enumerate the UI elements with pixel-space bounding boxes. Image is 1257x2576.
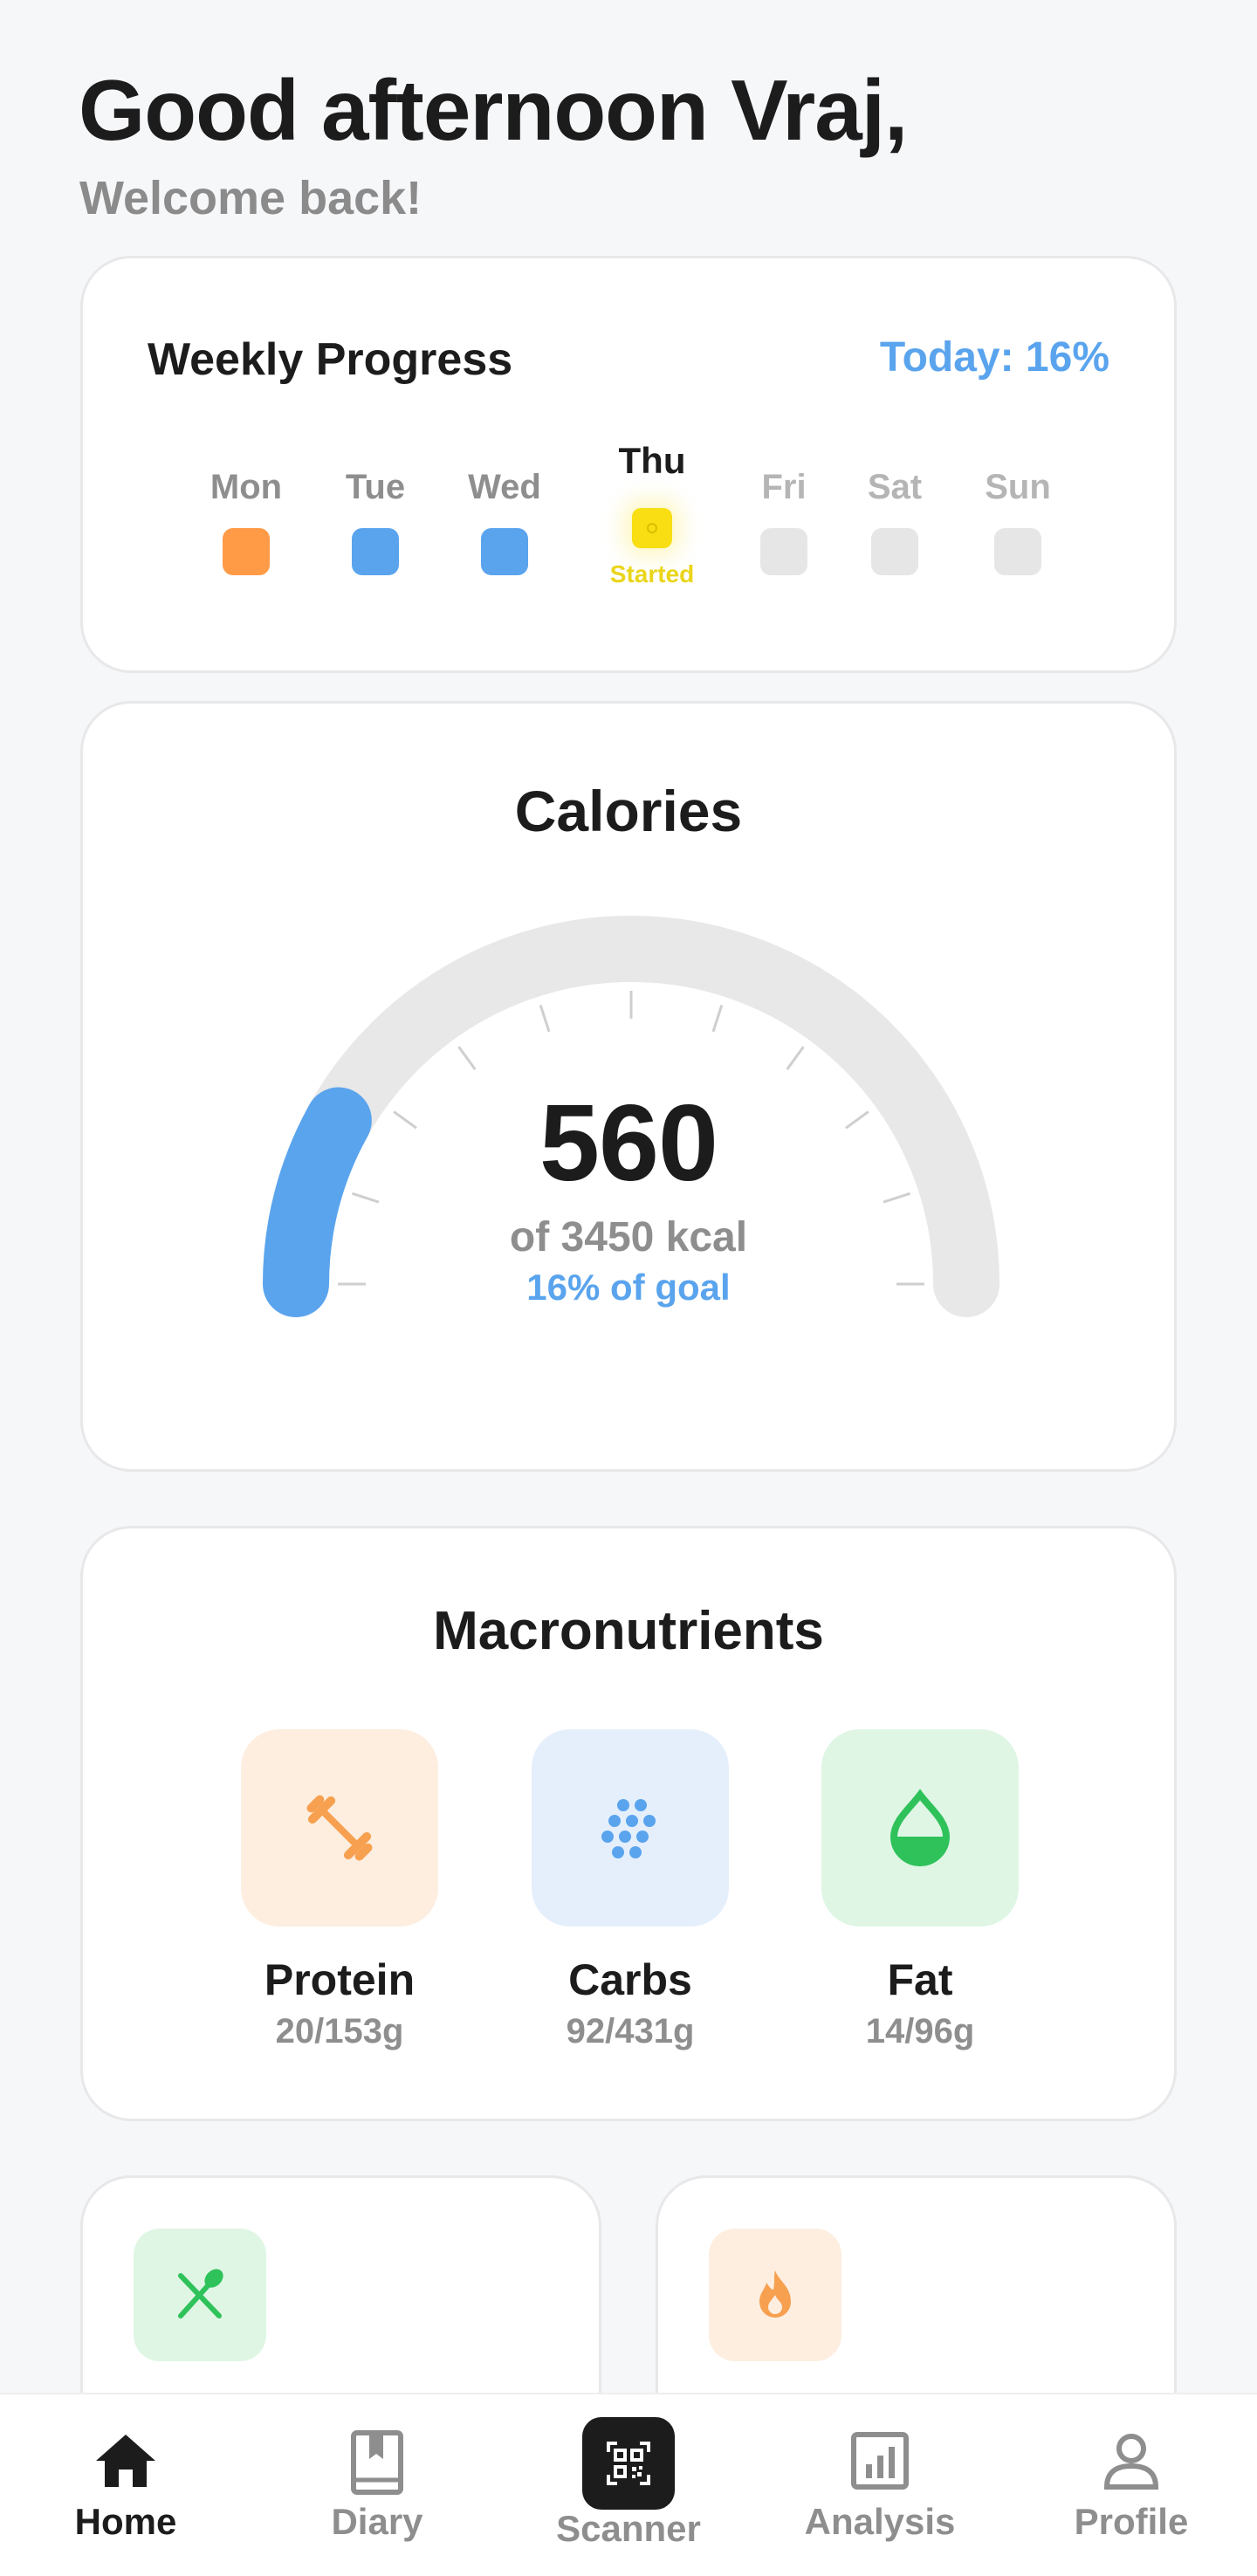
day-sun[interactable]: Sun xyxy=(952,468,1083,575)
gauge-tick xyxy=(711,1004,724,1033)
qr-scanner-icon xyxy=(607,2442,650,2485)
day-label: Mon xyxy=(210,468,283,506)
macronutrients-card[interactable]: Macronutrients Protein 20/153g Carbs 92/… xyxy=(80,1526,1177,2121)
weekly-progress-card[interactable]: Weekly Progress Today: 16% Mon Tue Wed T… xyxy=(80,256,1177,673)
macro-amount: 92/431g xyxy=(566,2012,695,2050)
scanner-button[interactable] xyxy=(582,2417,675,2510)
tab-label: Diary xyxy=(331,2501,423,2542)
day-sat[interactable]: Sat xyxy=(829,468,960,575)
droplet-icon xyxy=(890,1789,951,1866)
macro-fat[interactable]: Fat 14/96g xyxy=(807,1729,1034,2051)
fat-tile[interactable] xyxy=(821,1729,1019,1927)
day-status-box xyxy=(760,528,807,575)
day-status-box xyxy=(632,508,672,548)
day-label: Sun xyxy=(985,468,1051,506)
carbs-tile[interactable] xyxy=(532,1729,729,1927)
macro-carbs[interactable]: Carbs 92/431g xyxy=(517,1729,744,2051)
gauge-tick xyxy=(539,1004,551,1033)
protein-tile[interactable] xyxy=(241,1729,438,1927)
day-label: Wed xyxy=(468,468,541,506)
macro-protein[interactable]: Protein 20/153g xyxy=(226,1729,453,2051)
utensils-icon xyxy=(178,2269,223,2318)
macronutrients-title: Macronutrients xyxy=(433,1601,824,1661)
tab-label: Profile xyxy=(1074,2501,1189,2542)
day-status-box xyxy=(352,528,399,575)
calories-card[interactable]: Calories 560 of 3450 kcal 16% of goal xyxy=(80,701,1177,1472)
grains-icon xyxy=(601,1799,656,1858)
tab-label: Scanner xyxy=(556,2508,701,2549)
macro-name: Protein xyxy=(264,1955,416,2004)
dumbbell-icon xyxy=(306,1795,373,1861)
day-status-box xyxy=(994,528,1041,575)
day-label: Sat xyxy=(867,468,923,506)
burned-icon-tile xyxy=(709,2229,841,2361)
day-status-box xyxy=(481,528,528,575)
bar-chart-icon xyxy=(851,2432,909,2490)
greeting-title: Good afternoon Vraj, xyxy=(79,62,908,158)
day-label: Thu xyxy=(618,440,686,481)
flame-icon xyxy=(759,2270,791,2318)
macro-name: Carbs xyxy=(568,1955,692,2004)
tab-label: Home xyxy=(74,2501,177,2542)
day-mon[interactable]: Mon xyxy=(181,468,312,575)
day-status-box xyxy=(871,528,918,575)
tab-home[interactable]: Home xyxy=(21,2394,230,2576)
tab-analysis[interactable]: Analysis xyxy=(775,2394,985,2576)
gauge-tick xyxy=(786,1046,805,1070)
macro-amount: 14/96g xyxy=(865,2012,975,2050)
tab-profile[interactable]: Profile xyxy=(1027,2394,1236,2576)
today-percentage: Today: 16% xyxy=(879,334,1109,381)
day-label: Tue xyxy=(345,468,406,506)
tab-diary[interactable]: Diary xyxy=(272,2394,482,2576)
calories-value: 560 xyxy=(539,1083,718,1204)
bottom-tab-bar: Home Diary Scanner Analysis Profile xyxy=(0,2393,1257,2576)
book-icon xyxy=(351,2430,403,2495)
weekly-progress-title: Weekly Progress xyxy=(148,334,513,385)
calories-goal-percent: 16% of goal xyxy=(526,1267,731,1308)
tab-label: Analysis xyxy=(804,2501,956,2542)
gauge-tick xyxy=(457,1046,477,1070)
macro-name: Fat xyxy=(887,1955,953,2004)
calories-goal-text: of 3450 kcal xyxy=(509,1214,748,1261)
day-wed[interactable]: Wed xyxy=(439,468,570,575)
day-status-box xyxy=(223,528,270,575)
home-icon xyxy=(96,2435,155,2487)
day-status-label: Started xyxy=(609,560,695,587)
greeting-subtitle: Welcome back! xyxy=(79,172,422,224)
day-thu[interactable]: Thu Started xyxy=(587,440,718,588)
macro-amount: 20/153g xyxy=(275,2012,404,2050)
meals-icon-tile xyxy=(134,2229,266,2361)
tab-scanner[interactable]: Scanner xyxy=(524,2394,733,2576)
today-dot-icon xyxy=(647,523,657,533)
day-tue[interactable]: Tue xyxy=(310,468,441,575)
user-icon xyxy=(1103,2434,1159,2490)
